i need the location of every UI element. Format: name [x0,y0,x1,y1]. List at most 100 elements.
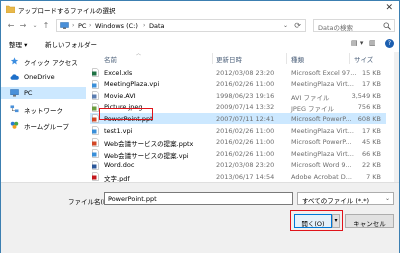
column-header-type[interactable]: 種類 [291,54,304,64]
file-type: JPEG ファイル [291,105,335,114]
forward-arrow-icon[interactable]: → [18,20,28,31]
file-size: 3,549 KB [351,91,381,100]
view-options-icon[interactable]: ▤ ▾ [351,38,363,49]
excel-file-icon [92,68,99,77]
vertical-scrollbar[interactable] [394,52,399,182]
selected-file-highlight [99,108,153,120]
vpi-file-icon [92,149,99,158]
organize-button[interactable]: 整理 ▾ [9,39,27,49]
file-type-filter[interactable]: すべてのファイル (*.*) ⌄ [297,192,394,205]
network-icon [10,105,19,113]
cancel-button-label: キャンセル [353,220,386,228]
column-header-size[interactable]: サイズ [354,54,373,64]
search-placeholder: Dataの検索 [318,24,354,32]
file-type: AVI ファイル [291,93,330,102]
open-button-highlight [290,210,343,231]
vpi-file-icon [92,79,99,89]
sidebar-item-onedrive[interactable]: OneDrive [1,71,86,83]
back-arrow-icon[interactable]: ← [6,20,16,31]
sidebar-item-label: クイック アクセス [24,59,78,67]
column-header-name[interactable]: 名前 [104,54,117,64]
word-file-icon [92,161,99,170]
image-file-icon [92,103,99,112]
file-date: 2009/07/14 13:32 [216,103,275,112]
dialog-footer: ファイル名(N): PowerPoint.ppt ⌄ すべてのファイル (*.*… [1,182,399,253]
search-input[interactable]: Dataの検索 [313,19,395,32]
sidebar-item-homegroup[interactable]: ホームグループ [1,119,86,131]
preview-pane-icon[interactable]: ▥ [369,38,376,49]
file-size: 17 KB [361,80,381,89]
file-row[interactable]: Web会議サービスの提案.vpi 2016/02/26 11:00 MeetingP… [90,148,386,160]
new-folder-button[interactable]: 新しいフォルダー [45,39,97,49]
file-type: Microsoft Excel 97... [291,68,357,77]
cloud-icon [10,74,19,80]
file-size: 608 KB [357,114,381,123]
search-icon [383,22,391,30]
filename-dropdown-icon[interactable]: ⌄ [108,195,290,202]
title-bar: アップロードするファイルの選択 ✕ [1,1,399,17]
file-row[interactable]: MeetingPlaza.vpi 2016/02/26 11:00 MeetingP… [90,79,386,90]
file-row[interactable]: 文字.pdf 2013/06/17 14:54 Adobe Acrobat D...… [90,171,386,183]
file-date: 2016/02/26 11:00 [216,149,275,158]
help-icon[interactable]: ? [385,39,394,48]
column-divider[interactable] [286,53,287,64]
file-open-dialog: アップロードするファイルの選択 ✕ ← → ⌄ ↑ › PC › Windows… [0,0,400,253]
breadcrumb-pc[interactable]: PC [78,22,86,30]
breadcrumb-data[interactable]: Data [149,22,165,30]
refresh-icon[interactable]: ⟳ [294,21,301,30]
file-row[interactable]: test1.vpi 2016/02/26 11:00 MeetingPlaza Vi… [90,125,386,136]
sort-indicator-icon: ︿ [136,51,142,57]
sidebar-item-label: ネットワーク [24,107,63,115]
recent-locations-dropdown-icon[interactable]: ⌄ [30,20,40,31]
file-row[interactable]: Web会議サービスの提案.pptx 2016/02/26 11:00 Microso… [90,137,386,148]
pc-icon [60,22,69,29]
chevron-down-icon: ⌄ [384,195,390,202]
column-divider[interactable] [212,53,213,64]
close-icon[interactable]: ✕ [385,3,393,14]
breadcrumb-windows-c[interactable]: Windows (C:) [95,22,138,30]
file-size: 7 KB [366,172,381,181]
sidebar-item-label: OneDrive [24,73,55,81]
sidebar-item-quick-access[interactable]: クイック アクセス [1,55,86,67]
column-header-date[interactable]: 更新日時 [216,54,242,64]
file-date: 2016/02/26 11:00 [216,138,275,147]
file-type: Adobe Acrobat D... [291,172,352,181]
file-type: Microsoft Word 9... [291,161,352,170]
file-date: 2012/03/08 23:20 [216,68,275,77]
file-name: Excel.xls [104,68,133,77]
file-size: 66 KB [361,149,381,158]
powerpoint-file-icon [92,137,99,147]
breadcrumb-separator: › [143,22,146,29]
file-row[interactable]: Excel.xls 2012/03/08 23:20 Microsoft Excel… [90,67,386,78]
vpi-file-icon [92,126,99,135]
file-name: test1.vpi [104,126,133,135]
file-size: 22 KB [361,161,381,170]
file-row[interactable]: Word.doc 2012/03/08 23:20 Microsoft Word 9… [90,160,386,171]
column-divider[interactable] [349,53,350,64]
file-name: Movie.AVI [104,91,136,100]
navigation-bar: ← → ⌄ ↑ › PC › Windows (C:) › Data ⌄ ⟳ D… [1,17,399,35]
window-title: アップロードするファイルの選択 [18,7,116,15]
file-date: 2013/06/17 14:54 [216,172,275,181]
file-name: MeetingPlaza.vpi [104,80,160,89]
file-name: Web会議サービスの提案.vpi [104,151,189,160]
computer-icon [10,89,19,97]
star-icon [10,57,19,65]
file-row[interactable]: Movie.AVI 1998/06/23 19:16 AVI ファイル 3,549 K… [90,90,386,102]
sidebar-item-pc[interactable]: PC [1,87,86,99]
address-bar[interactable]: › PC › Windows (C:) › Data ⌄ ⟳ [56,19,306,32]
breadcrumb-separator: › [89,22,92,29]
filename-input[interactable]: PowerPoint.ppt ⌄ [104,192,293,205]
folder-icon [6,5,15,13]
up-arrow-icon[interactable]: ↑ [41,20,51,31]
address-dropdown-icon[interactable]: ⌄ [283,22,288,29]
file-type: MeetingPlaza Virt... [291,149,354,158]
file-size: 17 KB [361,126,381,135]
navigation-pane: クイック アクセス OneDrive PC ネットワーク ホームグループ [1,52,86,182]
powerpoint-file-icon [92,114,99,124]
cancel-button[interactable]: キャンセル [345,214,394,228]
sidebar-item-network[interactable]: ネットワーク [1,103,86,115]
file-type: MeetingPlaza Virt... [291,80,354,89]
homegroup-icon [10,121,19,129]
file-size: 15 KB [361,68,381,77]
